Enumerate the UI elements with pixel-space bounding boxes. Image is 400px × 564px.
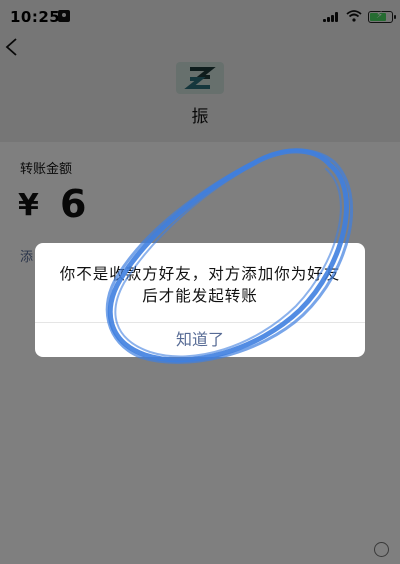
dialog-message: 你不是收款方好友，对方添加你为好友后才能发起转账 [59,265,341,305]
floating-assistive-icon[interactable] [374,542,389,557]
not-friend-dialog: 你不是收款方好友，对方添加你为好友后才能发起转账 知道了 [35,243,365,357]
got-it-button[interactable]: 知道了 [35,323,365,357]
transfer-screen: 10:25 ⚡ 振 转账金额 ¥ 6 添 [0,0,400,564]
